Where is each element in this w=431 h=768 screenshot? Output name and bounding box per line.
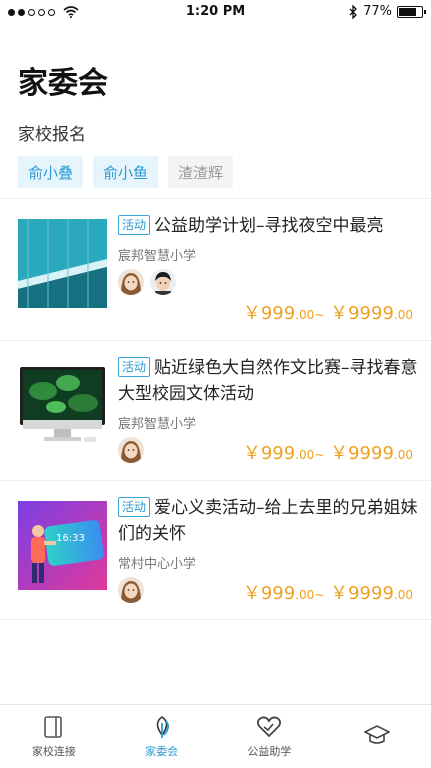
activity-title: 活动 爱心义卖活动–给上去里的兄弟姐妹们的关怀 (118, 495, 418, 547)
activity-title: 活动 公益助学计划–寻找夜空中最亮 (118, 213, 418, 239)
price-high: ￥9999 (330, 303, 394, 324)
heart-icon (257, 716, 282, 737)
activity-card[interactable]: 16:33 活动 爱心义卖活动–给上去里的兄弟姐妹们的关怀 常村中心小学 ￥999… (0, 480, 431, 620)
battery-icon (397, 5, 426, 18)
child-chip[interactable]: 俞小叠 (18, 156, 84, 188)
activity-card[interactable]: 活动 贴近绿色大自然作文比赛–寻找春意大型校园文体活动 宸邦智慧小学 ￥999.0… (0, 340, 431, 480)
price-low: ￥999 (242, 303, 296, 324)
price-low-decimal: .00~ (295, 448, 325, 462)
bottom-tab-bar: 家校连接 家委会 公益助学 (0, 704, 431, 768)
activity-thumbnail (18, 219, 107, 308)
battery-level (399, 7, 416, 16)
activity-title-text: 贴近绿色大自然作文比赛–寻找春意大型校园文体活动 (118, 358, 418, 404)
price-high: ￥9999 (330, 443, 394, 464)
tab-charity[interactable]: 公益助学 (216, 705, 324, 768)
school-name: 宸邦智慧小学 (118, 417, 197, 432)
price-low-decimal: .00~ (295, 588, 325, 602)
activity-title-text: 爱心义卖活动–给上去里的兄弟姐妹们的关怀 (118, 498, 418, 544)
avatar (118, 437, 144, 463)
price-range: ￥999.00~ ￥9999.00 (243, 579, 413, 605)
tab-home-school[interactable]: 家校连接 (0, 705, 108, 768)
activity-thumbnail: 16:33 (18, 501, 107, 590)
child-chip[interactable]: 俞小鱼 (93, 156, 159, 188)
participant-avatars (118, 269, 176, 295)
activity-tag: 活动 (118, 357, 151, 377)
page-title: 家委会 (18, 66, 108, 101)
avatar (118, 577, 144, 603)
participant-avatars (118, 437, 144, 463)
cap-icon (364, 724, 391, 744)
battery-percent: 77% (363, 4, 392, 19)
tablet-icon (44, 715, 62, 738)
price-high-decimal: .00 (393, 448, 413, 462)
activity-title: 活动 贴近绿色大自然作文比赛–寻找春意大型校园文体活动 (118, 355, 418, 407)
tab-more[interactable] (323, 705, 431, 768)
school-name: 常村中心小学 (118, 557, 197, 572)
price-high-decimal: .00 (393, 588, 413, 602)
tab-label: 公益助学 (247, 744, 292, 758)
price-low: ￥999 (242, 443, 296, 464)
price-high-decimal: .00 (393, 308, 413, 322)
activity-tag: 活动 (118, 215, 151, 235)
activity-title-text: 公益助学计划–寻找夜空中最亮 (154, 216, 384, 236)
child-selector: 俞小叠 俞小鱼 渣渣辉 (18, 156, 234, 188)
child-chip[interactable]: 渣渣辉 (168, 156, 234, 188)
price-range: ￥999.00~ ￥9999.00 (243, 439, 413, 465)
tab-committee[interactable]: 家委会 (108, 705, 216, 768)
price-range: ￥999.00~ ￥9999.00 (243, 299, 413, 325)
activity-thumbnail (18, 361, 107, 450)
activity-list: 活动 公益助学计划–寻找夜空中最亮 宸邦智慧小学 ￥999.00~ ￥9999.0… (0, 198, 431, 620)
tab-label: 家委会 (145, 744, 179, 758)
price-low: ￥999 (242, 583, 296, 604)
avatar (118, 269, 144, 295)
activity-tag: 活动 (118, 497, 151, 517)
bluetooth-icon (349, 4, 358, 19)
leaf-icon (156, 715, 169, 738)
section-label: 家校报名 (18, 125, 86, 145)
activity-card[interactable]: 活动 公益助学计划–寻找夜空中最亮 宸邦智慧小学 ￥999.00~ ￥9999.0… (0, 198, 431, 340)
status-bar: 1:20 PM 77% (0, 0, 431, 24)
thumbnail-time-text: 16:33 (56, 533, 85, 544)
tab-label: 家校连接 (31, 744, 76, 758)
price-high: ￥9999 (330, 583, 394, 604)
price-low-decimal: .00~ (295, 308, 325, 322)
avatar (150, 269, 176, 295)
school-name: 宸邦智慧小学 (118, 249, 197, 264)
participant-avatars (118, 577, 144, 603)
